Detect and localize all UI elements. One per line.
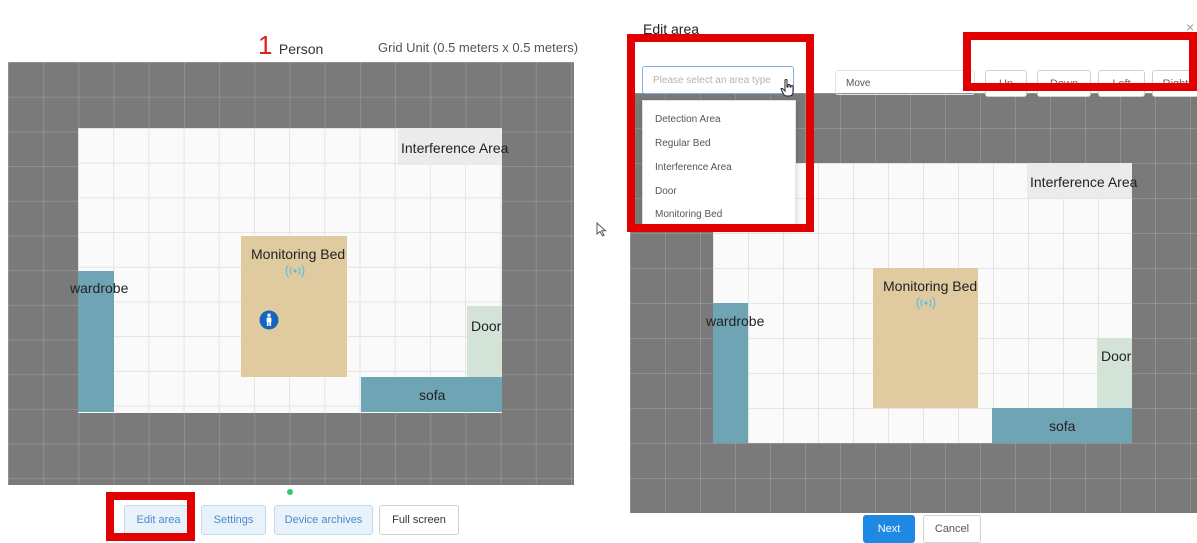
cancel-button[interactable]: Cancel: [923, 515, 981, 543]
person-count: 1: [258, 30, 273, 60]
move-label: Move: [835, 70, 975, 95]
arrow-cursor-icon: [596, 222, 607, 237]
edit-monitoring-bed-label: Monitoring Bed: [883, 278, 978, 294]
edit-door-label: Door: [1101, 348, 1132, 364]
status-dot: [287, 489, 293, 495]
floor-plan-grid[interactable]: Interference Area Monitoring Bed wardrob…: [8, 62, 574, 485]
interference-area-label: Interference Area: [401, 140, 509, 156]
edit-area-dialog: Edit area × Interference Area Monitoring…: [627, 0, 1197, 543]
person-counter: 1 Person: [258, 30, 323, 61]
door-label: Door: [471, 318, 502, 334]
edit-door-zone[interactable]: Door: [1097, 338, 1132, 408]
edit-wardrobe-label: wardrobe: [706, 313, 765, 329]
full-screen-button[interactable]: Full screen: [379, 505, 459, 535]
monitoring-bed-zone[interactable]: Monitoring Bed: [241, 236, 347, 377]
highlight-frame-edit-area: [106, 492, 195, 541]
wifi-signal-icon: [285, 264, 305, 278]
person-icon[interactable]: [259, 310, 279, 330]
sofa-label: sofa: [419, 387, 446, 403]
device-archives-button[interactable]: Device archives: [274, 505, 373, 535]
edit-sofa-zone[interactable]: sofa: [992, 408, 1132, 443]
next-button[interactable]: Next: [863, 515, 915, 543]
settings-button[interactable]: Settings: [201, 505, 266, 535]
grid-unit-label: Grid Unit (0.5 meters x 0.5 meters): [378, 40, 579, 55]
interference-area-zone[interactable]: Interference Area: [398, 128, 508, 165]
edit-wifi-signal-icon: [916, 296, 936, 310]
edit-interference-area-zone[interactable]: Interference Area: [1027, 163, 1137, 198]
monitoring-bed-label: Monitoring Bed: [251, 246, 346, 262]
highlight-frame-area-type: [627, 34, 814, 232]
sofa-zone[interactable]: sofa: [361, 377, 502, 412]
highlight-frame-move-buttons: [963, 32, 1197, 91]
edit-sofa-label: sofa: [1049, 418, 1076, 434]
edit-monitoring-bed-zone[interactable]: Monitoring Bed: [873, 268, 978, 408]
person-label: Person: [278, 41, 324, 57]
left-panel: 1 Person Grid Unit (0.5 meters x 0.5 met…: [0, 0, 590, 541]
wardrobe-label: wardrobe: [70, 280, 129, 296]
edit-interference-area-label: Interference Area: [1030, 174, 1138, 190]
door-zone[interactable]: Door: [467, 306, 502, 377]
